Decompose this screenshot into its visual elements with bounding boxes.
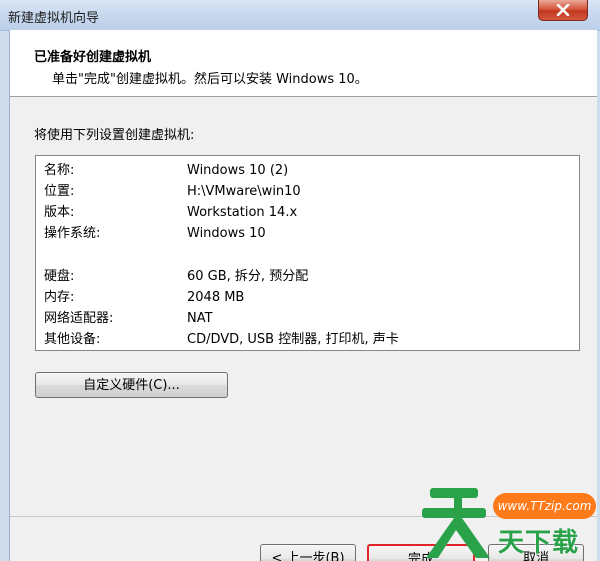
summary-row-os: 操作系统: Windows 10 — [44, 224, 574, 244]
summary-row-version: 版本: Workstation 14.x — [44, 203, 574, 223]
summary-row-memory: 内存: 2048 MB — [44, 288, 574, 308]
summary-label: 硬盘: — [44, 269, 75, 284]
customize-hardware-button[interactable]: 自定义硬件(C)... — [35, 372, 228, 398]
summary-label: 其他设备: — [44, 332, 101, 347]
summary-label: 版本: — [44, 205, 75, 220]
summary-value: Windows 10 — [187, 226, 266, 241]
wizard-header: 已准备好创建虚拟机 单击"完成"创建虚拟机。然后可以安装 Windows 10。 — [10, 30, 597, 97]
summary-value: 60 GB, 拆分, 预分配 — [187, 269, 309, 284]
summary-row-other-devices: 其他设备: CD/DVD, USB 控制器, 打印机, 声卡 — [44, 330, 574, 350]
window-title: 新建虚拟机向导 — [8, 11, 100, 26]
summary-value: Windows 10 (2) — [187, 163, 289, 178]
settings-intro-label: 将使用下列设置创建虚拟机: — [34, 128, 195, 143]
close-icon — [556, 4, 570, 16]
summary-row-network: 网络适配器: NAT — [44, 309, 574, 329]
new-vm-wizard-window: 新建虚拟机向导 已准备好创建虚拟机 单击"完成"创建虚拟机。然后可以安装 Win… — [0, 0, 600, 561]
summary-row-name: 名称: Windows 10 (2) — [44, 161, 574, 181]
summary-label: 网络适配器: — [44, 311, 114, 326]
title-bar[interactable]: 新建虚拟机向导 — [0, 0, 600, 31]
watermark-logo-icon — [422, 488, 490, 558]
back-button[interactable]: < 上一步(B) — [260, 544, 356, 561]
summary-row-disk: 硬盘: 60 GB, 拆分, 预分配 — [44, 267, 574, 287]
page-title: 已准备好创建虚拟机 — [34, 50, 152, 65]
summary-value: NAT — [187, 311, 213, 326]
close-button[interactable] — [538, 0, 588, 21]
summary-value: Workstation 14.x — [187, 205, 298, 220]
summary-label: 操作系统: — [44, 226, 101, 241]
summary-label: 内存: — [44, 290, 75, 305]
summary-value: CD/DVD, USB 控制器, 打印机, 声卡 — [187, 332, 399, 347]
wizard-body: 已准备好创建虚拟机 单击"完成"创建虚拟机。然后可以安装 Windows 10。… — [9, 30, 597, 561]
summary-value: 2048 MB — [187, 290, 245, 305]
summary-label: 位置: — [44, 184, 75, 199]
summary-row-location: 位置: H:\VMware\win10 — [44, 182, 574, 202]
settings-summary-box[interactable]: 名称: Windows 10 (2) 位置: H:\VMware\win10 版… — [35, 155, 580, 351]
summary-label: 名称: — [44, 163, 75, 178]
watermark-brand: 天下载 — [498, 528, 580, 558]
page-subtitle: 单击"完成"创建虚拟机。然后可以安装 Windows 10。 — [52, 72, 368, 87]
watermark-url: www.TTzip.com — [493, 493, 596, 519]
summary-value: H:\VMware\win10 — [187, 184, 301, 199]
